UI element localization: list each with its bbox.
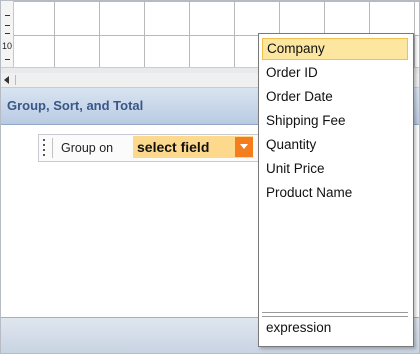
dropdown-separator: [262, 312, 408, 317]
select-field-combobox[interactable]: select field: [133, 136, 253, 158]
field-dropdown-list[interactable]: Company Order ID Order Date Shipping Fee…: [258, 33, 414, 347]
group-on-label: Group on: [61, 141, 114, 155]
ruler-tick: [5, 15, 10, 16]
dropdown-item-company[interactable]: Company: [262, 38, 408, 60]
dropdown-item-quantity[interactable]: Quantity: [262, 134, 408, 156]
drag-handle-icon[interactable]: [43, 139, 46, 157]
select-field-value: select field: [137, 139, 210, 155]
dropdown-item-unit-price[interactable]: Unit Price: [262, 158, 408, 180]
group-row[interactable]: Group on select field: [38, 134, 262, 162]
vertical-ruler: 10: [1, 1, 14, 71]
scroll-left-icon[interactable]: [4, 76, 9, 84]
dropdown-item-shipping-fee[interactable]: Shipping Fee: [262, 110, 408, 132]
dropdown-arrow-icon[interactable]: [235, 137, 253, 157]
dropdown-item-expression[interactable]: expression: [266, 320, 331, 335]
report-design-window: 10 Group, Sort, and Total Group on selec…: [0, 0, 420, 354]
scroll-divider: [15, 75, 26, 85]
divider: [52, 138, 53, 158]
dropdown-item-order-id[interactable]: Order ID: [262, 62, 408, 84]
ruler-number: 10: [2, 41, 13, 51]
panel-title: Group, Sort, and Total: [7, 98, 144, 113]
dropdown-item-product-name[interactable]: Product Name: [262, 182, 408, 204]
dropdown-item-order-date[interactable]: Order Date: [262, 86, 408, 108]
ruler-tick: [5, 59, 10, 60]
ruler-tick: [5, 25, 10, 26]
ruler-tick: [5, 33, 10, 34]
